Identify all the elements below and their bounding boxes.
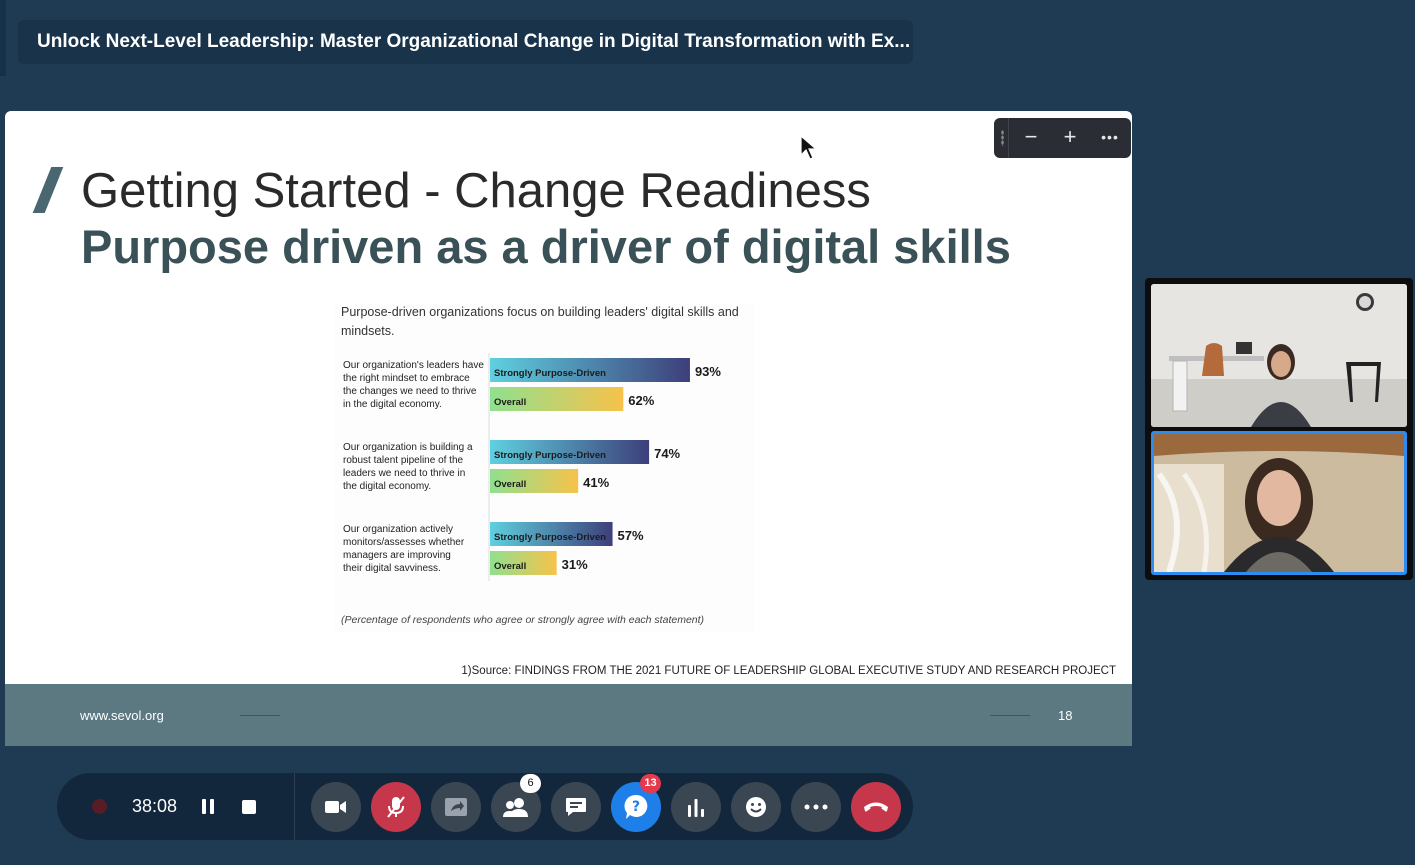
category-label: managers are improving	[343, 550, 451, 561]
control-bar-separator	[294, 773, 295, 840]
slide-subtitle: Purpose driven as a driver of digital sk…	[81, 220, 1011, 273]
recording-timer: 38:08	[132, 796, 178, 816]
participants-count-badge: 6	[520, 774, 541, 793]
question-icon: ?	[624, 794, 648, 819]
chart-footnote: (Percentage of respondents who agree or …	[341, 614, 705, 626]
camera-button[interactable]	[311, 782, 361, 832]
bar-series-label: Strongly Purpose-Driven	[494, 450, 606, 461]
participant-video-feed	[1151, 284, 1407, 427]
chat-icon	[566, 798, 586, 816]
drag-handle-icon[interactable]	[1001, 130, 1004, 146]
footer-url: www.sevol.org	[80, 708, 164, 723]
participant-video-tile[interactable]	[1151, 284, 1407, 427]
category-label: in the digital economy.	[343, 399, 442, 410]
bar-value-label: 93%	[695, 364, 721, 379]
category-label: Our organization is building a	[343, 442, 473, 453]
bar-series-label: Overall	[494, 397, 526, 408]
meeting-title-bar: Unlock Next-Level Leadership: Master Org…	[18, 20, 913, 64]
video-camera-icon	[325, 801, 346, 813]
zoom-out-button[interactable]: −	[1012, 118, 1050, 158]
bar-chart: Purpose-driven organizations focus on bu…	[335, 303, 755, 633]
share-screen-button[interactable]	[431, 782, 481, 832]
category-label: the right mindset to embrace	[343, 373, 470, 384]
category-label: leaders we need to thrive in	[343, 468, 465, 479]
bar-series-label: Strongly Purpose-Driven	[494, 368, 606, 379]
slide-footer: www.sevol.org 18	[5, 684, 1132, 746]
polls-button[interactable]	[671, 782, 721, 832]
bar-value-label: 57%	[618, 528, 644, 543]
slide-title: Getting Started - Change Readiness	[81, 164, 871, 218]
share-screen-icon	[445, 798, 467, 816]
bar-value-label: 31%	[562, 557, 588, 572]
bar-series-label: Overall	[494, 561, 526, 572]
smiley-icon	[746, 797, 766, 817]
reactions-button[interactable]	[731, 782, 781, 832]
zoom-in-button[interactable]: +	[1051, 118, 1089, 158]
bar-series-label: Overall	[494, 479, 526, 490]
pause-icon	[202, 799, 206, 814]
chat-button[interactable]	[551, 782, 601, 832]
category-label: Our organization actively	[343, 524, 453, 535]
zoom-toolbar: − + •••	[994, 118, 1131, 158]
bar-value-label: 74%	[654, 446, 680, 461]
category-label: the changes we need to thrive	[343, 386, 477, 397]
category-label: robust talent pipeline of the	[343, 455, 464, 466]
toolbar-separator	[1008, 118, 1009, 158]
participants-button[interactable]: 6	[491, 774, 541, 832]
category-label: the digital economy.	[343, 481, 431, 492]
chart-svg: Our organization's leaders have the right…	[343, 353, 721, 581]
poll-bar-chart-icon	[688, 799, 704, 817]
mouse-cursor-icon	[800, 134, 818, 166]
source-citation: 1)Source: FINDINGS FROM THE 2021 FUTURE …	[461, 665, 1116, 677]
presentation-slide[interactable]: Getting Started - Change Readiness Purpo…	[5, 111, 1132, 746]
left-edge-strip	[0, 0, 6, 76]
bar-series-label: Strongly Purpose-Driven	[494, 532, 606, 543]
active-speaker-video-feed	[1154, 434, 1404, 572]
ellipsis-icon	[804, 804, 828, 810]
footer-divider-right	[990, 715, 1030, 716]
meeting-title: Unlock Next-Level Leadership: Master Org…	[37, 31, 911, 52]
qa-count-badge: 13	[640, 774, 661, 793]
title-slash-decoration	[32, 167, 64, 213]
qa-button[interactable]: ? 13	[611, 774, 661, 832]
svg-text:?: ?	[632, 799, 640, 815]
recording-indicator-icon	[92, 799, 107, 814]
leave-call-button[interactable]	[851, 782, 901, 832]
bar-value-label: 41%	[583, 475, 609, 490]
active-speaker-video-tile[interactable]	[1151, 431, 1407, 575]
more-options-button[interactable]: •••	[1091, 118, 1129, 158]
category-label: their digital savviness.	[343, 563, 441, 574]
slide-page-number: 18	[1058, 708, 1073, 723]
pause-recording-button[interactable]	[201, 798, 217, 816]
meeting-control-bar: 38:08 6 ? 13	[57, 773, 913, 840]
hang-up-phone-icon	[864, 802, 888, 812]
video-panel	[1145, 278, 1413, 580]
participants-icon	[503, 798, 528, 817]
microphone-muted-icon	[387, 796, 405, 818]
bar-value-label: 62%	[628, 393, 654, 408]
footer-divider-left	[240, 715, 280, 716]
more-controls-button[interactable]	[791, 782, 841, 832]
microphone-button[interactable]	[371, 782, 421, 832]
category-label: Our organization's leaders have	[343, 360, 484, 371]
category-label: monitors/assesses whether	[343, 537, 465, 548]
pause-icon-bar	[210, 799, 214, 814]
stop-recording-button[interactable]	[242, 800, 256, 814]
